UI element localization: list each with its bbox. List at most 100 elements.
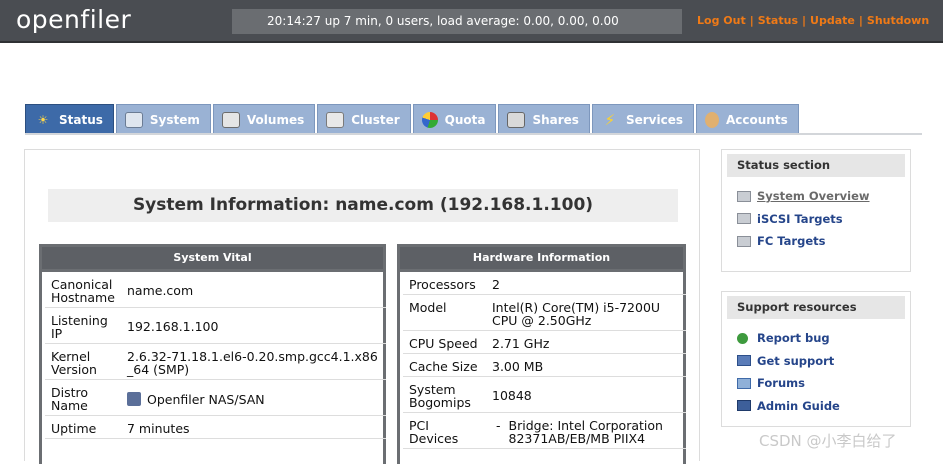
forums-icon [737,377,751,389]
update-link[interactable]: Update [810,14,855,27]
tab-cluster[interactable]: Cluster [317,104,411,134]
main-content: System Information: name.com (192.168.1.… [24,149,700,464]
sidebar-item-label: System Overview [757,189,870,204]
row-key: Canonical Hostname [45,275,121,308]
top-bar: openfiler 20:14:27 up 7 min, 0 users, lo… [0,0,943,43]
shutdown-link[interactable]: Shutdown [867,14,929,27]
row-value: 10848 [486,380,686,413]
table-row: Model Intel(R) Core(TM) i5-7200U CPU @ 2… [403,298,686,331]
uptime-status: 20:14:27 up 7 min, 0 users, load average… [232,9,682,34]
separator: | [802,14,807,27]
row-value: 2.6.32-71.18.1.el6-0.20.smp.gcc4.1.x86_6… [121,347,386,380]
table-row: PCI Devices - Bridge: Intel Corporation … [403,416,686,449]
sidebar-item-forums[interactable]: Forums [737,372,910,395]
sidebar-item-fc-targets[interactable]: FC Targets [737,230,910,253]
tab-label: Shares [532,112,579,127]
tab-volumes[interactable]: Volumes [212,104,316,134]
system-vital-table: Canonical Hostname name.com Listening IP… [45,272,386,442]
separator: | [749,14,754,27]
table-row: Uptime 7 minutes [45,419,386,439]
logout-link[interactable]: Log Out [697,14,746,27]
tab-label: Status [59,112,103,127]
tab-label: System [149,112,200,127]
row-value: Intel(R) Core(TM) i5-7200U CPU @ 2.50GHz [486,298,686,331]
tab-label: Volumes [246,112,305,127]
pci-device: Bridge: Intel Corporation 82371AB/EB/MB … [508,418,663,446]
server-icon [737,190,751,202]
users-icon [704,111,719,128]
support-resources-list: Report bug Get support Forums Admin Guid… [722,319,910,417]
row-key: Model [403,298,486,331]
book-icon [737,400,751,412]
table-row: Kernel Version 2.6.32-71.18.1.el6-0.20.s… [45,347,386,380]
hardware-table: Processors 2 Model Intel(R) Core(TM) i5-… [403,272,686,452]
tab-status[interactable]: ☀ Status [25,104,114,134]
status-section-box: Status section System Overview iSCSI Tar… [721,149,911,272]
sidebar-item-label: Admin Guide [757,398,840,413]
tab-label: Quota [444,112,486,127]
cluster-icon [326,111,345,128]
panel-heading: Hardware Information [400,247,683,272]
row-key: Processors [403,275,486,295]
bullet-dash: - [496,418,501,433]
row-value: 2 [486,275,686,295]
tab-label: Services [625,112,683,127]
row-value: 7 minutes [121,419,386,439]
watermark: CSDN @小李白给了 [759,432,897,450]
distro-name: Openfiler NAS/SAN [147,392,265,407]
sun-icon: ☀ [37,112,49,127]
sidebar-item-system-overview[interactable]: System Overview [737,185,910,208]
server-icon [737,213,751,225]
row-key: System Bogomips [403,380,486,413]
main-tabs: ☀ Status System Volumes Cluster Quota Sh… [25,104,801,134]
table-row: System Bogomips 10848 [403,380,686,413]
support-resources-heading: Support resources [727,296,905,319]
sidebar-item-label: Get support [757,353,835,368]
tab-label: Cluster [351,112,400,127]
row-key: Kernel Version [45,347,121,380]
table-row: Listening IP 192.168.1.100 [45,311,386,344]
support-resources-box: Support resources Report bug Get support… [721,291,911,427]
lightning-icon: ⚡ [604,110,616,129]
row-value: name.com [121,275,386,308]
row-value: 2.71 GHz [486,334,686,354]
tab-quota[interactable]: Quota [412,104,497,134]
sidebar-item-iscsi-targets[interactable]: iSCSI Targets [737,208,910,231]
row-value: - Bridge: Intel Corporation 82371AB/EB/M… [486,416,686,449]
sidebar-item-get-support[interactable]: Get support [737,350,910,373]
tab-services[interactable]: ⚡ Services [591,104,694,134]
server-icon [737,235,751,247]
tab-label: Accounts [725,112,788,127]
server-icon [507,111,526,128]
status-link[interactable]: Status [758,14,798,27]
page-title: System Information: name.com (192.168.1.… [48,189,678,222]
row-key: PCI Devices [403,416,486,449]
sidebar-item-report-bug[interactable]: Report bug [737,327,910,350]
distro-icon [127,392,141,406]
table-row: Canonical Hostname name.com [45,275,386,308]
system-vital-panel: System Vital Canonical Hostname name.com… [39,244,386,464]
tab-system[interactable]: System [115,104,211,134]
row-value: 192.168.1.100 [121,311,386,344]
row-value: Openfiler NAS/SAN [121,383,386,416]
status-section-heading: Status section [727,154,905,177]
support-icon [737,355,751,367]
tab-accounts[interactable]: Accounts [695,104,799,134]
row-value: 3.00 MB [486,357,686,377]
tab-underline [25,133,922,135]
sidebar-item-admin-guide[interactable]: Admin Guide [737,395,910,418]
table-row: CPU Speed 2.71 GHz [403,334,686,354]
top-links: Log Out | Status | Update | Shutdown [697,14,929,27]
tab-shares[interactable]: Shares [498,104,590,134]
row-key: CPU Speed [403,334,486,354]
row-key: Listening IP [45,311,121,344]
hardware-panel: Hardware Information Processors 2 Model … [397,244,686,464]
row-key: Distro Name [45,383,121,416]
row-key: Uptime [45,419,121,439]
openfiler-logo: openfiler [16,5,132,34]
sidebar-item-label: FC Targets [757,234,826,249]
pie-icon [421,111,438,128]
sidebar-item-label: iSCSI Targets [757,211,843,226]
table-row: Cache Size 3.00 MB [403,357,686,377]
bug-icon [737,332,748,344]
